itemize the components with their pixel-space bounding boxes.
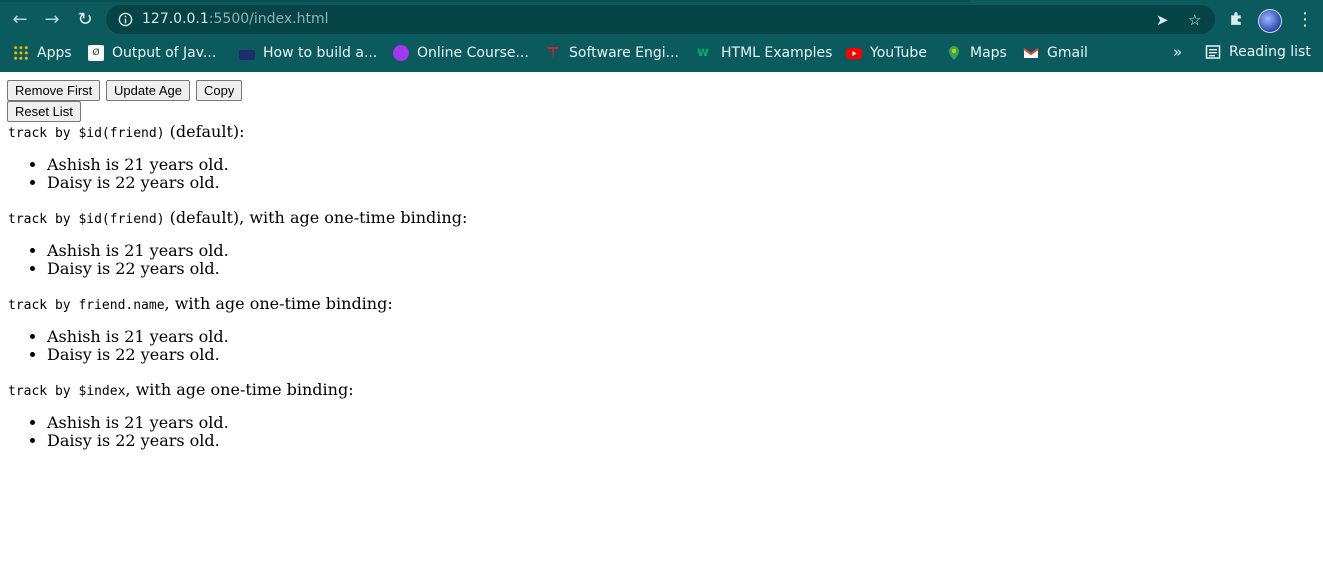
w3-icon: w bbox=[697, 45, 710, 60]
bookmarks-overflow-chevron[interactable]: » bbox=[1173, 43, 1182, 61]
bookmark-how-to-build[interactable]: How to build a... bbox=[239, 44, 377, 62]
list-item: Daisy is 22 years old. bbox=[47, 174, 229, 192]
bookmark-apps[interactable]: Apps bbox=[13, 44, 72, 62]
tesla-icon bbox=[547, 47, 559, 60]
bookmark-youtube[interactable]: YouTube bbox=[846, 44, 927, 62]
tab-strip-edge bbox=[0, 0, 970, 2]
maps-icon bbox=[949, 46, 959, 60]
list-item: Daisy is 22 years old. bbox=[47, 260, 229, 278]
ipro-icon bbox=[239, 49, 255, 60]
send-tab-icon[interactable]: ➤ bbox=[1156, 11, 1169, 29]
friends-list-4: Ashish is 21 years old. Daisy is 22 year… bbox=[0, 414, 229, 450]
bookmarks-bar: Apps Ø Output of Jav... How to build a..… bbox=[0, 38, 1323, 68]
list-item: Daisy is 22 years old. bbox=[47, 432, 229, 450]
reset-list-button[interactable]: Reset List bbox=[7, 101, 81, 122]
profile-avatar[interactable] bbox=[1258, 9, 1282, 33]
back-arrow-icon[interactable]: ← bbox=[8, 8, 32, 32]
output-icon: Ø bbox=[88, 45, 104, 61]
bookmark-label: YouTube bbox=[870, 45, 927, 61]
reading-list-button[interactable]: Reading list bbox=[1205, 44, 1311, 60]
bookmark-online-course[interactable]: Online Course... bbox=[393, 44, 529, 62]
bookmark-software-engineering[interactable]: Software Engi... bbox=[545, 44, 679, 62]
bookmark-label: HTML Examples bbox=[721, 45, 833, 61]
section-heading-1: track by $id(friend) (default): bbox=[8, 122, 245, 141]
section-heading-2: track by $id(friend) (default), with age… bbox=[8, 208, 468, 227]
section-heading-4: track by $index, with age one-time bindi… bbox=[8, 380, 354, 399]
friends-list-1: Ashish is 21 years old. Daisy is 22 year… bbox=[0, 156, 229, 192]
bookmark-output-of-java[interactable]: Ø Output of Jav... bbox=[88, 44, 216, 62]
list-item: Ashish is 21 years old. bbox=[47, 156, 229, 174]
friends-list-3: Ashish is 21 years old. Daisy is 22 year… bbox=[0, 328, 229, 364]
friends-list-2: Ashish is 21 years old. Daisy is 22 year… bbox=[0, 242, 229, 278]
apps-grid-icon bbox=[13, 45, 29, 61]
section-heading-3: track by friend.name, with age one-time … bbox=[8, 294, 393, 313]
gmail-icon bbox=[1023, 48, 1039, 58]
udemy-icon bbox=[393, 45, 409, 61]
reading-list-icon bbox=[1205, 45, 1221, 59]
bookmark-label: How to build a... bbox=[263, 45, 378, 61]
url-text[interactable]: 127.0.0.1:5500/index.html bbox=[142, 11, 329, 27]
bookmark-gmail[interactable]: Gmail bbox=[1023, 44, 1088, 62]
bookmark-label: Software Engi... bbox=[569, 45, 680, 61]
remove-first-button[interactable]: Remove First bbox=[7, 80, 101, 101]
reload-icon[interactable]: ↻ bbox=[73, 8, 97, 32]
bookmark-label: Output of Jav... bbox=[112, 45, 217, 61]
bookmark-label: Online Course... bbox=[417, 45, 529, 61]
menu-dots-icon[interactable]: ⋮ bbox=[1296, 8, 1314, 32]
list-item: Ashish is 21 years old. bbox=[47, 328, 229, 346]
page-content: Remove First Update Age Copy Reset List … bbox=[0, 72, 1323, 561]
bookmark-label: Gmail bbox=[1047, 45, 1088, 61]
address-bar[interactable]: 127.0.0.1:5500/index.html ➤ ☆ bbox=[106, 5, 1215, 34]
youtube-icon bbox=[846, 48, 862, 59]
bookmark-html-examples[interactable]: w HTML Examples bbox=[697, 44, 832, 62]
reading-list-label: Reading list bbox=[1229, 44, 1311, 60]
forward-arrow-icon[interactable]: → bbox=[40, 8, 64, 32]
bookmark-maps[interactable]: Maps bbox=[946, 44, 1007, 62]
list-item: Ashish is 21 years old. bbox=[47, 414, 229, 432]
bookmark-label: Maps bbox=[970, 45, 1007, 61]
browser-chrome: ← → ↻ 127.0.0.1:5500/index.html ➤ ☆ ⋮ Ap… bbox=[0, 0, 1323, 72]
bookmark-label: Apps bbox=[37, 45, 72, 61]
extensions-puzzle-icon[interactable] bbox=[1228, 10, 1245, 27]
list-item: Daisy is 22 years old. bbox=[47, 346, 229, 364]
update-age-button[interactable]: Update Age bbox=[106, 80, 190, 101]
bookmark-star-icon[interactable]: ☆ bbox=[1188, 11, 1201, 29]
info-icon[interactable] bbox=[118, 12, 133, 27]
list-item: Ashish is 21 years old. bbox=[47, 242, 229, 260]
copy-button[interactable]: Copy bbox=[196, 80, 243, 101]
